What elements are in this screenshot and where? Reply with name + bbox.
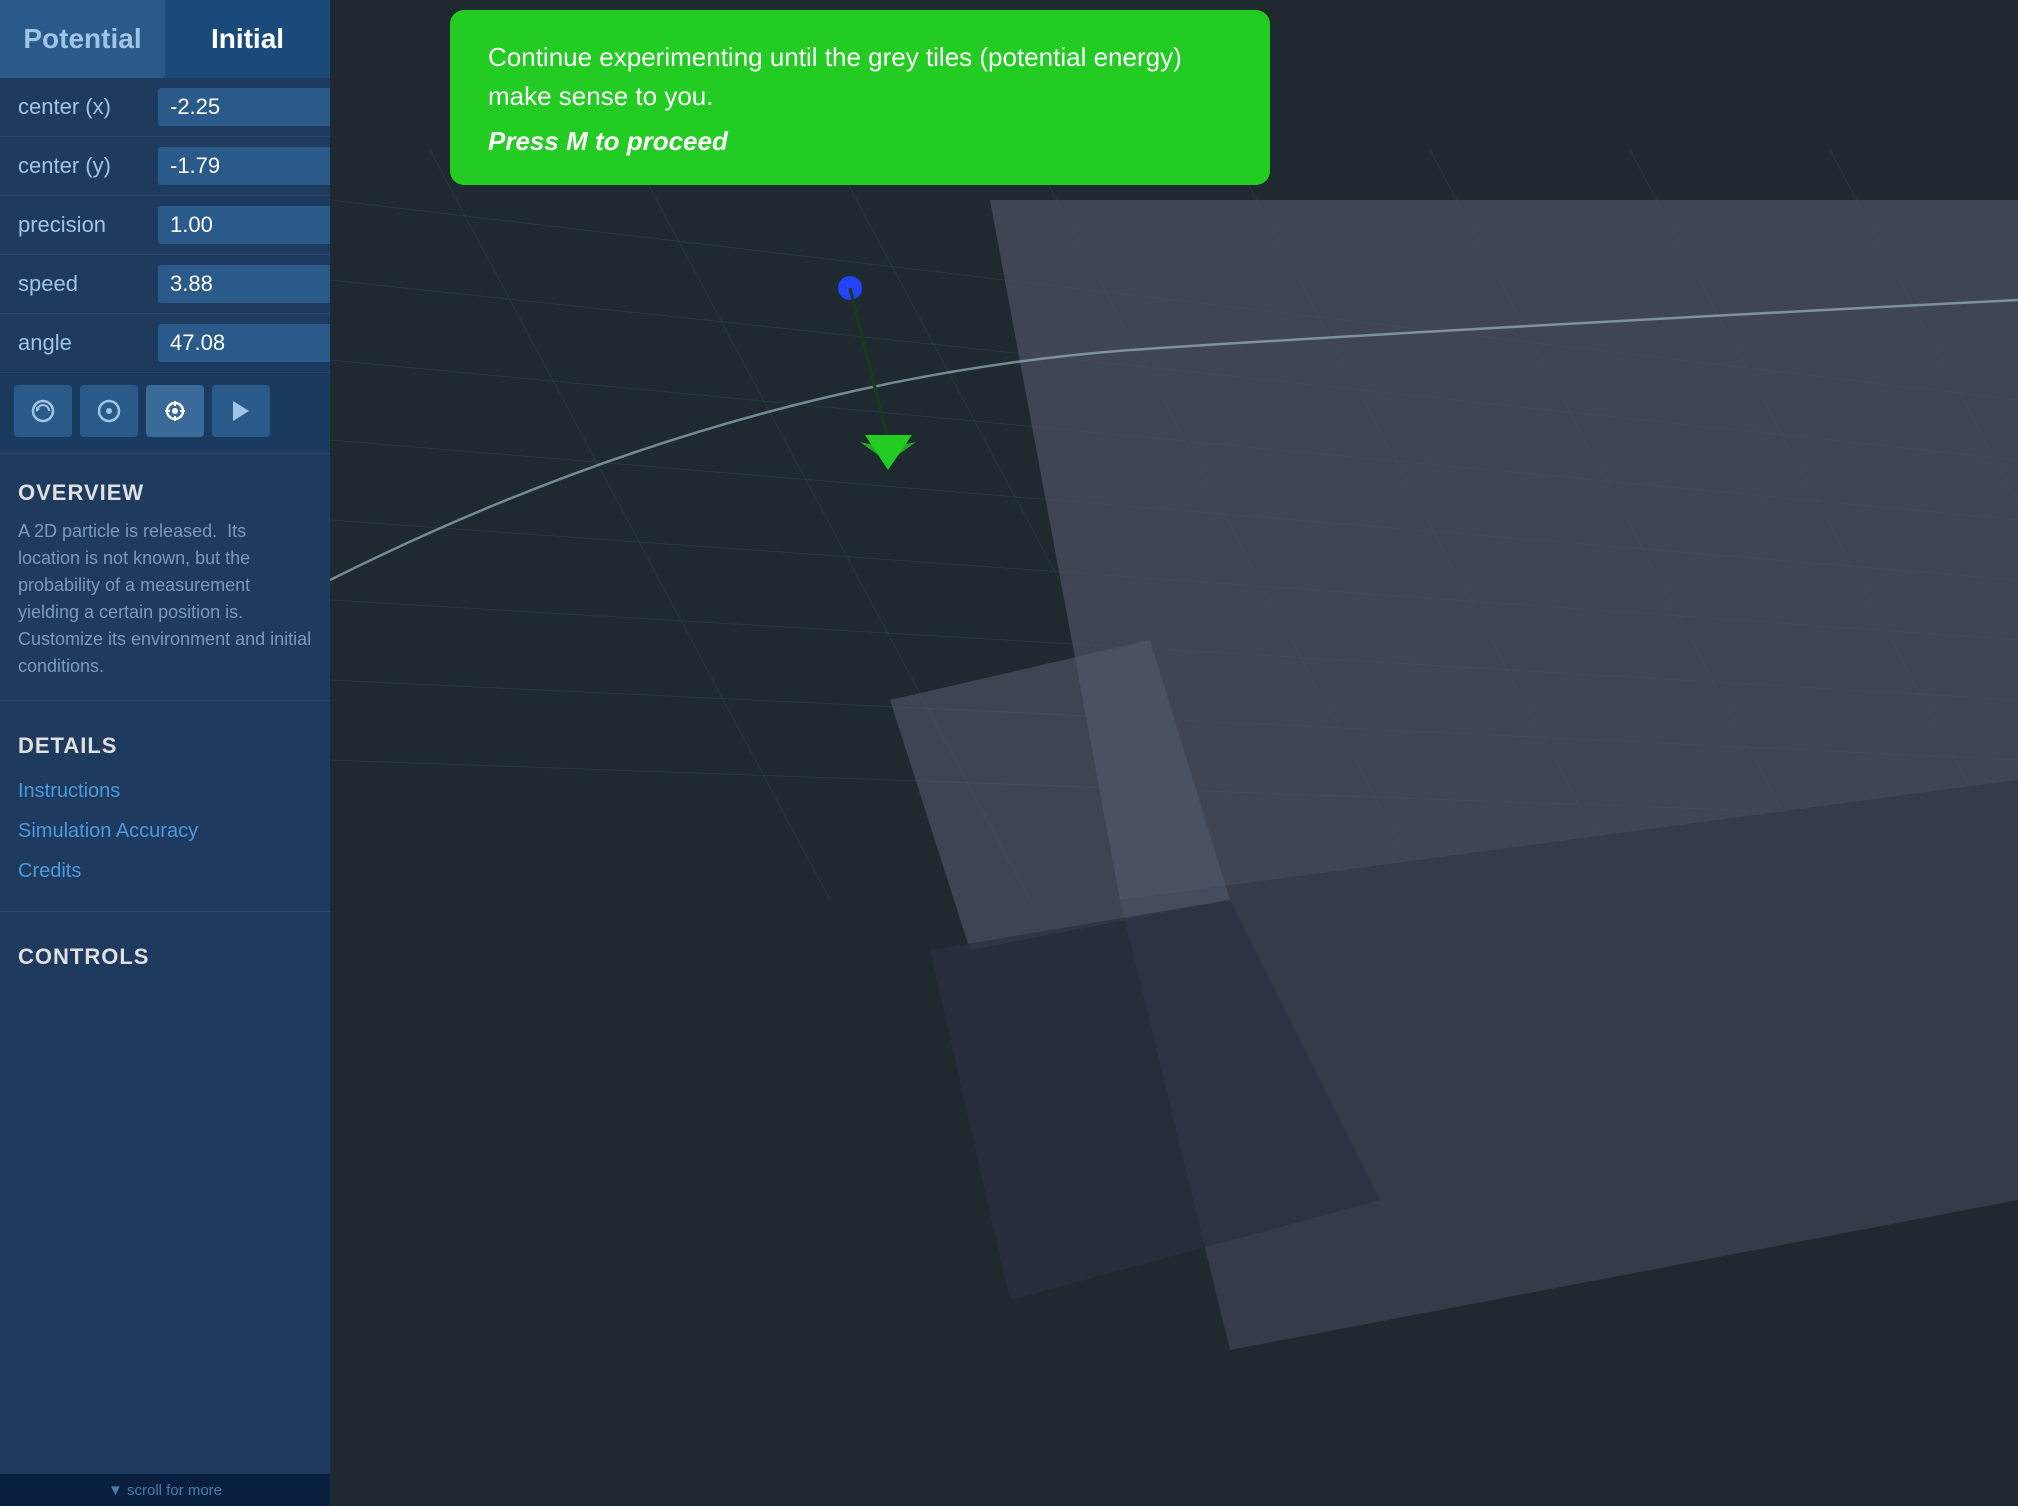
- field-label-precision: precision: [18, 212, 158, 238]
- overview-text: A 2D particle is released. Its location …: [18, 518, 312, 680]
- fields-container: center (x) center (y) precision speed an…: [0, 78, 330, 373]
- bottom-hint: ▼ scroll for more: [108, 1482, 222, 1499]
- overview-title: OVERVIEW: [18, 480, 312, 506]
- details-section: DETAILS Instructions Simulation Accuracy…: [0, 711, 330, 901]
- play-icon: [227, 397, 255, 425]
- field-label-center-x: center (x): [18, 94, 158, 120]
- notification-text: Continue experimenting until the grey ti…: [488, 38, 1232, 116]
- orbit-button[interactable]: [80, 385, 138, 437]
- field-row-precision: precision: [0, 196, 330, 255]
- bottom-bar: ▼ scroll for more: [0, 1474, 330, 1506]
- overview-section: OVERVIEW A 2D particle is released. Its …: [0, 458, 330, 690]
- tab-bar: Potential Initial: [0, 0, 330, 78]
- reset-left-icon: [29, 397, 57, 425]
- credits-link[interactable]: Credits: [18, 851, 312, 891]
- field-label-angle: angle: [18, 330, 158, 356]
- reset-left-button[interactable]: [14, 385, 72, 437]
- controls-section: CONTROLS: [0, 922, 330, 992]
- instructions-link[interactable]: Instructions: [18, 771, 312, 811]
- sidebar: Potential Initial center (x) center (y) …: [0, 0, 330, 1506]
- orbit-icon: [95, 397, 123, 425]
- details-title: DETAILS: [18, 733, 312, 759]
- tab-initial-label: Initial: [211, 23, 284, 55]
- field-row-angle: angle: [0, 314, 330, 373]
- field-row-center-y: center (y): [0, 137, 330, 196]
- play-button[interactable]: [212, 385, 270, 437]
- field-row-center-x: center (x): [0, 78, 330, 137]
- notification-box: Continue experimenting until the grey ti…: [450, 10, 1270, 185]
- field-label-center-y: center (y): [18, 153, 158, 179]
- target-button[interactable]: [146, 385, 204, 437]
- tab-potential[interactable]: Potential: [0, 0, 165, 78]
- tab-potential-label: Potential: [23, 23, 141, 55]
- controls-row: [0, 373, 330, 449]
- field-label-speed: speed: [18, 271, 158, 297]
- tab-initial[interactable]: Initial: [165, 0, 330, 78]
- simulation-accuracy-link[interactable]: Simulation Accuracy: [18, 811, 312, 851]
- main-canvas[interactable]: Continue experimenting until the grey ti…: [330, 0, 2018, 1506]
- scene-svg: [330, 0, 2018, 1506]
- field-row-speed: speed: [0, 255, 330, 314]
- target-icon: [161, 397, 189, 425]
- notification-cta: Press M to proceed: [488, 126, 1232, 157]
- controls-title: CONTROLS: [18, 944, 312, 970]
